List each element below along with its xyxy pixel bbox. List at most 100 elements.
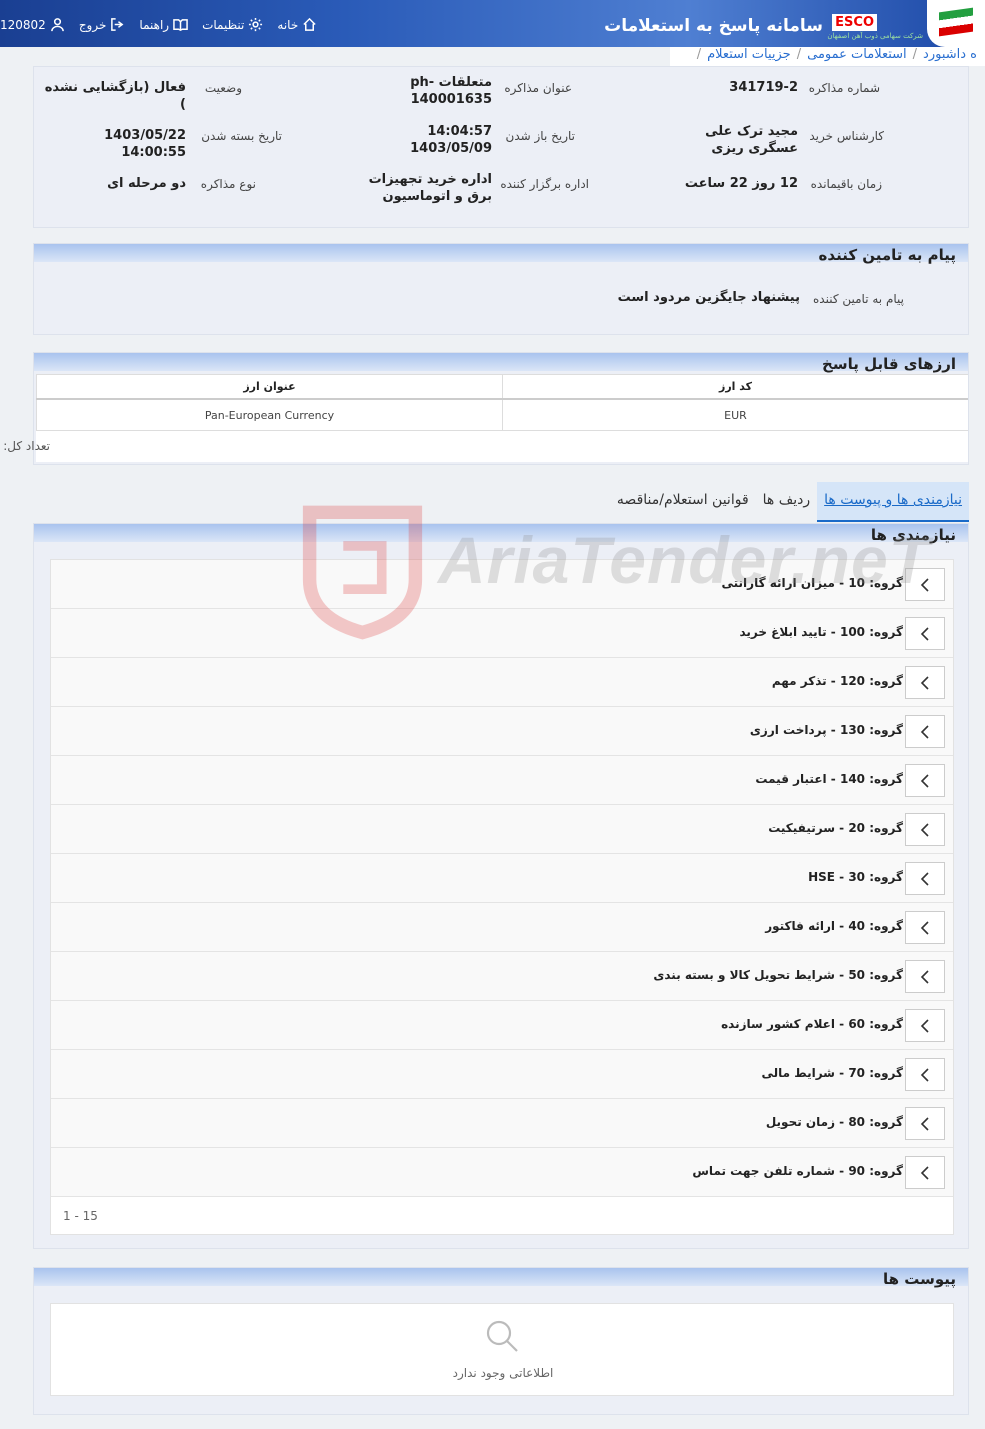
help-link[interactable]: راهنما — [139, 17, 188, 32]
requirements-list: گروه: 10 - میزان ارائه گارانتی گروه: 100… — [50, 559, 954, 1235]
requirement-group-label: گروه: 70 - شرایط مالی — [761, 1066, 903, 1080]
currencies-total-count: تعداد کل: 1 — [0, 439, 50, 453]
tab-rows[interactable]: ردیف ها — [756, 482, 817, 522]
logout-label: خروج — [78, 17, 107, 32]
expand-button[interactable] — [905, 617, 945, 650]
list-item[interactable]: گروه: 130 - پرداخت ارزی — [51, 707, 953, 756]
attachments-empty-box: اطلاعاتی وجود ندارد — [50, 1303, 954, 1396]
requirement-group-label: گروه: 20 - سرتیفیکیت — [768, 821, 903, 835]
currency-code-cell: EUR — [502, 400, 968, 430]
attachments-title: پیوست ها — [34, 1268, 968, 1288]
chevron-left-icon — [920, 969, 929, 984]
detail-tabs: نیازمندی ها و پیوست ها ردیف ها قوانین اس… — [611, 482, 969, 522]
list-item[interactable]: گروه: 90 - شماره تلفن جهت تماس — [51, 1148, 953, 1197]
chevron-left-icon — [920, 1067, 929, 1082]
list-item[interactable]: گروه: 20 - سرتیفیکیت — [51, 805, 953, 854]
expand-button[interactable] — [905, 862, 945, 895]
negotiation-type: دو مرحله ای — [107, 176, 186, 191]
chevron-left-icon — [920, 871, 929, 886]
expand-button[interactable] — [905, 911, 945, 944]
table-row[interactable]: Pan-European Currency EUR — [36, 400, 968, 431]
supplier-message-value: پیشنهاد جایگزین مردود است — [617, 290, 800, 305]
close-date: 1403/05/22 14:00:55 — [104, 128, 186, 160]
expand-button[interactable] — [905, 1009, 945, 1042]
home-label: خانه — [277, 17, 299, 32]
negotiation-number-label: شماره مذاکره — [808, 81, 880, 95]
inquiry-info-panel: شماره مذاکره 341719-2 عنوان مذاکره متعلق… — [33, 66, 969, 228]
tab-inquiry-rules[interactable]: قوانین استعلام/مناقصه — [610, 482, 756, 522]
search-icon — [486, 1320, 518, 1352]
list-item[interactable]: گروه: 80 - زمان تحویل — [51, 1099, 953, 1148]
expand-button[interactable] — [905, 764, 945, 797]
list-item[interactable]: گروه: 40 - ارائه فاکتور — [51, 903, 953, 952]
currencies-table: عنوان ارز کد ارز Pan-European Currency E… — [0, 374, 968, 462]
user-id-link[interactable]: 120802 — [0, 17, 65, 32]
requirement-group-label: گروه: 140 - اعتبار قیمت — [755, 772, 903, 786]
breadcrumb-sep: / — [796, 47, 802, 62]
help-label: راهنما — [139, 17, 170, 32]
chevron-left-icon — [920, 1165, 929, 1180]
top-nav: 120802 خروج راهنما تنظیمات خانه — [0, 17, 317, 32]
list-item[interactable]: گروه: 140 - اعتبار قیمت — [51, 756, 953, 805]
list-item[interactable]: گروه: 30 - HSE — [51, 854, 953, 903]
expand-button[interactable] — [905, 813, 945, 846]
top-bar: ESCO شرکت سهامی ذوب آهن اصفهان سامانه پا… — [0, 0, 985, 47]
iran-flag-icon — [939, 7, 973, 37]
list-item[interactable]: گروه: 10 - میزان ارائه گارانتی — [51, 560, 953, 609]
expand-button[interactable] — [905, 960, 945, 993]
breadcrumb-public-inquiries[interactable]: استعلامات عمومی — [807, 47, 907, 62]
home-icon — [303, 17, 316, 31]
chevron-left-icon — [920, 1018, 929, 1033]
chevron-left-icon — [920, 773, 929, 788]
supplier-message-panel: پیام به تامین کننده پیام به تامین کننده … — [33, 243, 969, 335]
pager: 1 - 15 — [51, 1197, 953, 1234]
expand-button[interactable] — [905, 568, 945, 601]
requirement-group-label: گروه: 90 - شماره تلفن جهت تماس — [692, 1164, 903, 1178]
organizer: اداره خرید تجهیزات برق و اتوماسیون — [368, 172, 492, 204]
remaining-time-label: زمان باقیمانده — [810, 177, 882, 191]
remaining-time: 12 روز 22 ساعت — [684, 176, 798, 191]
currencies-title: ارزهای قابل پاسخ — [34, 353, 968, 373]
negotiation-type-label: نوع مذاکره — [200, 177, 256, 191]
expand-button[interactable] — [905, 1058, 945, 1091]
list-item[interactable]: گروه: 60 - اعلام کشور سازنده — [51, 1001, 953, 1050]
expand-button[interactable] — [905, 1156, 945, 1189]
status-value: فعال (بازگشایی نشده ) — [44, 80, 186, 112]
settings-link[interactable]: تنظیمات — [202, 17, 263, 32]
buyer-expert-label: کارشناس خرید — [809, 129, 884, 143]
requirements-panel: نیازمندی ها گروه: 10 - میزان ارائه گاران… — [33, 523, 969, 1249]
requirement-group-label: گروه: 30 - HSE — [808, 870, 903, 884]
settings-label: تنظیمات — [202, 17, 245, 32]
breadcrumb: ه داشبورد / استعلامات عمومی / جزییات استعلام… — [670, 47, 985, 66]
tab-requirements-attachments[interactable]: نیازمندی ها و پیوست ها — [817, 482, 969, 522]
supplier-message-label: پیام به تامین کننده — [813, 292, 904, 306]
breadcrumb-dashboard[interactable]: ه داشبورد — [923, 47, 977, 62]
requirement-group-label: گروه: 80 - زمان تحویل — [765, 1115, 903, 1129]
logout-icon — [111, 18, 124, 31]
requirement-group-label: گروه: 50 - شرایط تحویل کالا و بسته بندی — [653, 968, 903, 982]
currencies-panel: ارزهای قابل پاسخ عنوان ارز کد ارز Pan-Eu… — [0, 352, 969, 465]
requirement-group-label: گروه: 120 - تذکر مهم — [771, 674, 903, 688]
list-item[interactable]: گروه: 70 - شرایط مالی — [51, 1050, 953, 1099]
home-link[interactable]: خانه — [277, 17, 317, 32]
user-id: 120802 — [0, 17, 46, 32]
expand-button[interactable] — [905, 1107, 945, 1140]
chevron-left-icon — [920, 626, 929, 641]
breadcrumb-inquiry-details[interactable]: جزییات استعلام — [707, 47, 791, 62]
brand-subtitle: شرکت سهامی ذوب آهن اصفهان — [827, 32, 923, 40]
chevron-left-icon — [920, 577, 929, 592]
list-item[interactable]: گروه: 50 - شرایط تحویل کالا و بسته بندی — [51, 952, 953, 1001]
logout-link[interactable]: خروج — [79, 17, 126, 32]
list-item[interactable]: گروه: 120 - تذکر مهم — [51, 658, 953, 707]
esco-brand: ESCO — [832, 14, 877, 31]
column-header-currency-code[interactable]: کد ارز — [502, 375, 968, 398]
column-header-currency-title[interactable]: عنوان ارز — [36, 375, 502, 398]
chevron-left-icon — [920, 675, 929, 690]
expand-button[interactable] — [905, 666, 945, 699]
negotiation-number: 341719-2 — [729, 80, 798, 95]
expand-button[interactable] — [905, 715, 945, 748]
list-item[interactable]: گروه: 100 - تایید ابلاغ خرید — [51, 609, 953, 658]
status-label: وضعیت — [204, 81, 242, 95]
requirement-group-label: گروه: 130 - پرداخت ارزی — [749, 723, 903, 737]
user-icon — [50, 18, 64, 32]
